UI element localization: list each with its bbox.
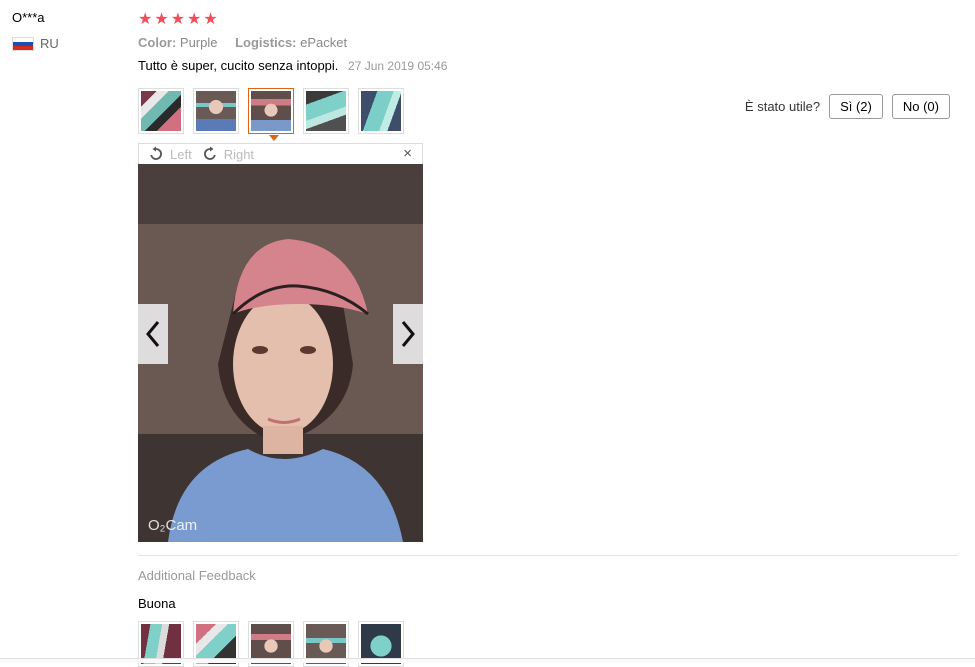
country-code: RU [40, 36, 59, 51]
review-body: ★★★★★ Color: Purple Logistics: ePacket T… [138, 10, 958, 667]
rotate-left-icon [150, 146, 162, 160]
previous-photo-button[interactable] [138, 304, 168, 364]
reviewer-info: O***a RU [12, 10, 122, 51]
review-photo: O₂Cam [138, 164, 423, 542]
logistics-value: ePacket [300, 35, 348, 50]
review-text-line: Tutto è super, cucito senza intoppi. 27 … [138, 58, 958, 73]
rotate-left-button[interactable]: Left [148, 146, 192, 162]
vote-no-button[interactable]: No (0) [891, 94, 950, 119]
star-rating: ★★★★★ [138, 11, 220, 28]
next-photo-button[interactable] [393, 304, 423, 364]
rotate-left-label: Left [170, 146, 192, 162]
rotate-right-icon [203, 146, 216, 160]
page-bottom-border [0, 658, 975, 663]
portrait-photo [138, 164, 423, 542]
photo-thumbnail[interactable] [358, 88, 404, 134]
chevron-left-icon [146, 321, 160, 347]
review-photo-thumbnails [138, 88, 413, 141]
chevron-right-icon [401, 321, 415, 347]
reviewer-country: RU [12, 36, 122, 51]
vote-yes-button[interactable]: Sì (2) [829, 94, 883, 119]
additional-feedback-text: Buona [138, 596, 176, 611]
close-viewer-button[interactable]: × [403, 145, 412, 162]
camera-watermark: O₂Cam [148, 517, 198, 534]
logistics-label: Logistics: [235, 35, 297, 50]
rotate-right-label: Right [223, 146, 255, 162]
helpful-vote: È stato utile? Sì (2) No (0) [745, 94, 950, 119]
photo-thumbnail-active[interactable] [248, 88, 294, 141]
helpful-question: È stato utile? [744, 99, 821, 114]
active-thumbnail-caret [269, 135, 279, 141]
color-label: Color: [138, 35, 177, 50]
review-date: 27 Jun 2019 05:46 [348, 59, 448, 73]
reviewer-name: O***a [12, 10, 45, 25]
photo-thumbnail[interactable] [303, 88, 349, 134]
photo-thumbnail[interactable] [138, 88, 184, 134]
photo-thumbnail[interactable] [193, 88, 239, 134]
rotate-right-button[interactable]: Right [202, 146, 254, 162]
photo-viewer: Left Right × O₂Cam [138, 143, 423, 542]
russia-flag-icon [12, 36, 34, 51]
additional-feedback-title: Additional Feedback [138, 568, 256, 583]
viewer-toolbar: Left Right × [138, 143, 423, 164]
order-attributes: Color: Purple Logistics: ePacket [138, 35, 958, 50]
review-text: Tutto è super, cucito senza intoppi. [138, 58, 339, 73]
divider [138, 555, 958, 556]
color-value: Purple [179, 35, 218, 50]
